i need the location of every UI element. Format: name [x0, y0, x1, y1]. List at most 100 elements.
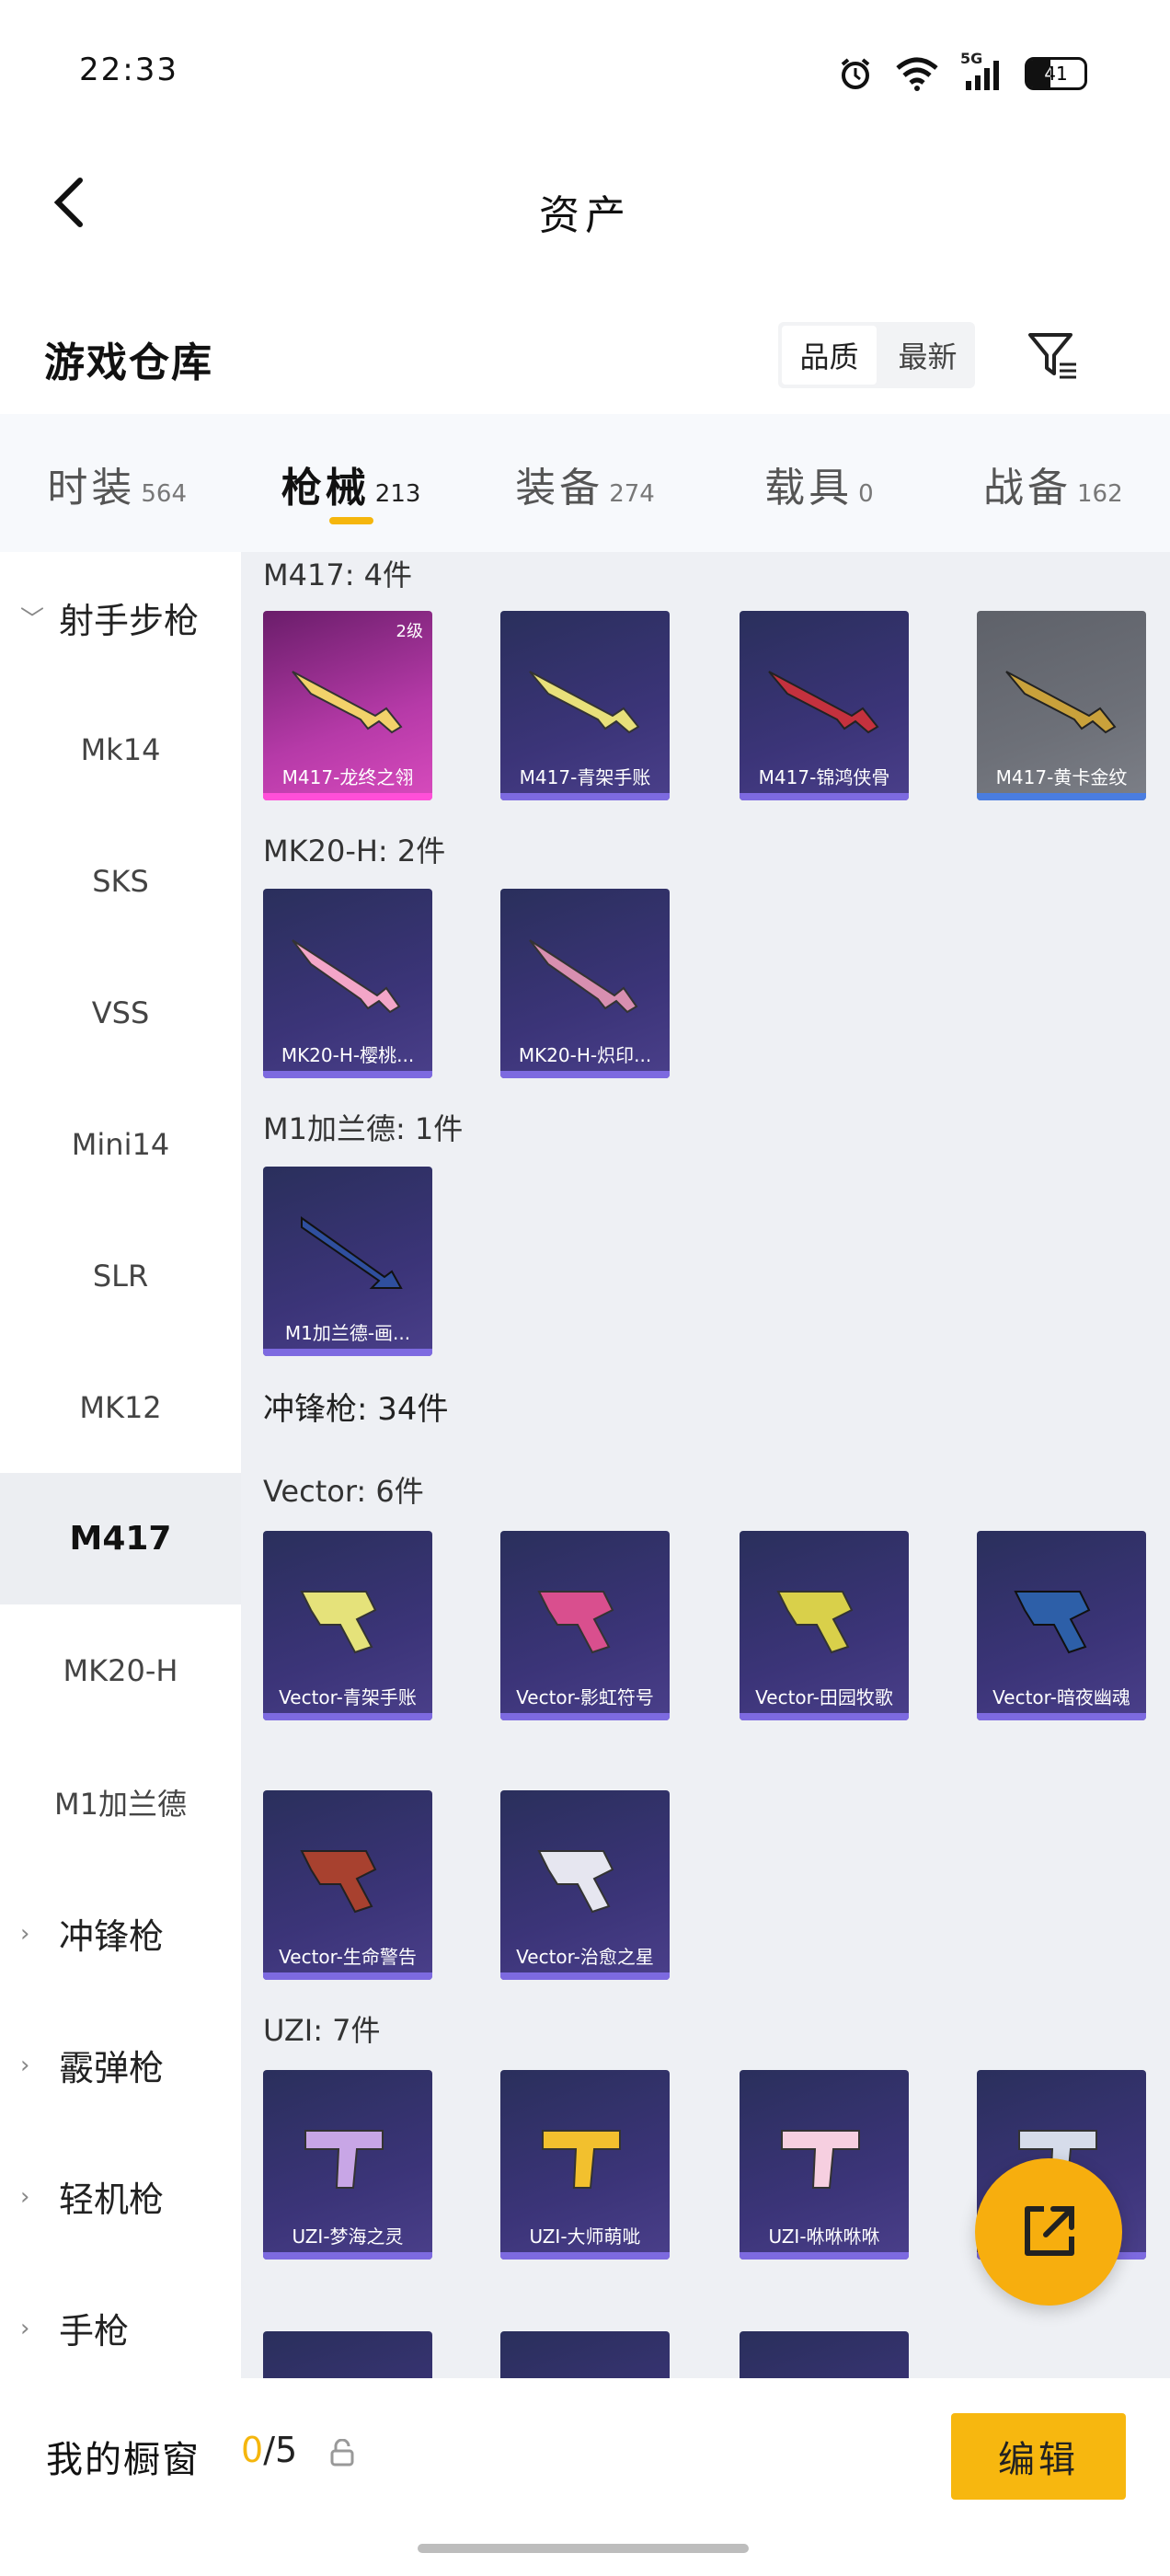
- skin-card[interactable]: [500, 2331, 670, 2378]
- rifle-icon: [529, 671, 640, 734]
- sidebar-group-label: 轻机枪: [59, 2179, 165, 2220]
- rifle-icon: [292, 671, 403, 734]
- section-title-smg: 冲锋枪: 34件: [263, 1391, 449, 1428]
- sidebar-item-mk20h[interactable]: MK20-H: [0, 1604, 241, 1736]
- section-title-mk20h: MK20-H: 2件: [263, 834, 446, 868]
- smg-icon: [542, 2130, 621, 2189]
- sidebar-group-lmg[interactable]: › 轻机枪: [0, 2131, 241, 2262]
- page-title: 资产: [539, 192, 631, 239]
- sidebar-item-mk14[interactable]: Mk14: [0, 684, 241, 815]
- section-title-m1-garand: M1加兰德: 1件: [263, 1111, 464, 1146]
- skin-card[interactable]: Vector-治愈之星: [500, 1790, 670, 1980]
- tab-firearms[interactable]: 枪械 213: [234, 414, 467, 552]
- skin-card[interactable]: M1加兰德-画...: [263, 1167, 432, 1356]
- warehouse-title: 游戏仓库: [44, 339, 213, 386]
- skin-name: Vector-暗夜幽魂: [992, 1686, 1130, 1708]
- sidebar-item-sks[interactable]: SKS: [0, 815, 241, 947]
- chevron-down-icon: ﹀: [20, 606, 45, 634]
- sidebar-group-label: 冲锋枪: [59, 1916, 165, 1957]
- filter-icon: [1028, 333, 1076, 379]
- active-tab-indicator: [328, 517, 373, 524]
- rarity-bar: [977, 1713, 1146, 1720]
- category-tabs: 时装 564 枪械 213 装备 274 载具 0 战备 162: [0, 414, 1170, 552]
- warehouse-header: 游戏仓库 品质 最新: [0, 304, 1170, 405]
- smg-icon: [304, 2130, 384, 2189]
- showcase-count: 0/5: [241, 2430, 297, 2470]
- share-fab[interactable]: [975, 2158, 1122, 2306]
- rarity-bar: [263, 1972, 432, 1980]
- skin-card[interactable]: MK20-H-樱桃...: [263, 889, 432, 1078]
- skin-card[interactable]: UZI-梦海之灵: [263, 2070, 432, 2260]
- edit-button[interactable]: 编辑: [951, 2413, 1126, 2500]
- status-time: 22:33: [79, 52, 178, 88]
- smg-icon: [1014, 1591, 1091, 1654]
- rifle-icon: [1005, 671, 1117, 734]
- skin-card[interactable]: UZI-咻咻咻咻: [740, 2070, 909, 2260]
- chevron-right-icon: ›: [20, 2314, 30, 2342]
- skin-card[interactable]: MK20-H-炽印...: [500, 889, 670, 1078]
- sidebar-item-vss[interactable]: VSS: [0, 947, 241, 1078]
- sidebar-item-mk12[interactable]: MK12: [0, 1341, 241, 1473]
- smg-icon: [537, 1591, 614, 1654]
- skin-name: UZI-大师萌呲: [529, 2225, 641, 2248]
- skin-name: MK20-H-樱桃...: [281, 1044, 415, 1066]
- skin-card[interactable]: Vector-田园牧歌: [740, 1531, 909, 1720]
- sidebar-group-label: 射手步枪: [59, 601, 200, 641]
- rarity-bar: [263, 1349, 432, 1356]
- smg-icon: [781, 2130, 860, 2189]
- tab-label: 战备: [983, 465, 1072, 512]
- sidebar-item-m417[interactable]: M417: [0, 1473, 241, 1604]
- sort-quality-button[interactable]: 品质: [782, 326, 877, 385]
- sidebar-group-shotgun[interactable]: › 霰弹枪: [0, 1999, 241, 2131]
- skin-card[interactable]: Vector-生命警告: [263, 1790, 432, 1980]
- signal-indicator: 5G: [960, 50, 1004, 92]
- skin-name: UZI-梦海之灵: [292, 2225, 404, 2248]
- level-tag: 2级: [396, 622, 423, 641]
- lock-icon: [330, 2439, 354, 2467]
- section-title-uzi: UZI: 7件: [263, 2013, 381, 2048]
- sidebar-item-slr[interactable]: SLR: [0, 1210, 241, 1341]
- sidebar-group-dmr[interactable]: ﹀ 射手步枪: [0, 552, 241, 684]
- skin-name: Vector-影虹符号: [516, 1686, 654, 1708]
- skin-card[interactable]: M417-锦鸿侠骨: [740, 611, 909, 800]
- skin-card[interactable]: [263, 2331, 432, 2378]
- skin-name: Vector-青架手账: [279, 1686, 417, 1708]
- sort-latest-button[interactable]: 最新: [880, 322, 975, 388]
- skin-card[interactable]: Vector-影虹符号: [500, 1531, 670, 1720]
- showcase-bar: 我的橱窗 0/5 编辑: [0, 2378, 1170, 2576]
- alarm-icon: [841, 58, 870, 89]
- showcase-label: 我的橱窗: [46, 2439, 201, 2481]
- tab-label: 时装: [47, 465, 136, 512]
- tab-vehicles[interactable]: 载具 0: [702, 414, 935, 552]
- skin-name: MK20-H-炽印...: [518, 1044, 652, 1066]
- sidebar-group-pistol[interactable]: › 手枪: [0, 2262, 241, 2394]
- filter-button[interactable]: [1019, 322, 1085, 388]
- tab-fashion[interactable]: 时装 564: [0, 414, 234, 552]
- smg-icon: [537, 1850, 614, 1914]
- skin-card[interactable]: Vector-暗夜幽魂: [977, 1531, 1146, 1720]
- rarity-bar: [500, 1713, 670, 1720]
- skin-card[interactable]: Vector-青架手账: [263, 1531, 432, 1720]
- tab-combat-gear[interactable]: 战备 162: [936, 414, 1170, 552]
- sidebar-group-smg[interactable]: › 冲锋枪: [0, 1868, 241, 1999]
- tab-count: 564: [141, 480, 188, 508]
- signal-icon: [966, 61, 999, 90]
- tab-equipment[interactable]: 装备 274: [468, 414, 702, 552]
- rarity-bar: [740, 1713, 909, 1720]
- tab-count: 162: [1077, 480, 1123, 508]
- rifle-icon: [529, 939, 638, 1014]
- tab-label: 枪械: [281, 465, 370, 512]
- sidebar-item-mini14[interactable]: Mini14: [0, 1078, 241, 1210]
- header: 资产: [0, 147, 1170, 267]
- home-indicator[interactable]: [418, 2544, 749, 2553]
- skin-card[interactable]: UZI-大师萌呲: [500, 2070, 670, 2260]
- skin-card[interactable]: [740, 2331, 909, 2378]
- skin-card[interactable]: M417-青架手账: [500, 611, 670, 800]
- sidebar-item-m1-garand[interactable]: M1加兰德: [0, 1736, 241, 1868]
- smg-icon: [300, 1850, 377, 1914]
- tab-label: 装备: [515, 465, 604, 512]
- skin-card[interactable]: M417-黄卡金纹: [977, 611, 1146, 800]
- showcase-current: 0: [241, 2430, 264, 2470]
- rarity-bar: [500, 1071, 670, 1078]
- skin-card[interactable]: 2级 M417-龙终之翎: [263, 611, 432, 800]
